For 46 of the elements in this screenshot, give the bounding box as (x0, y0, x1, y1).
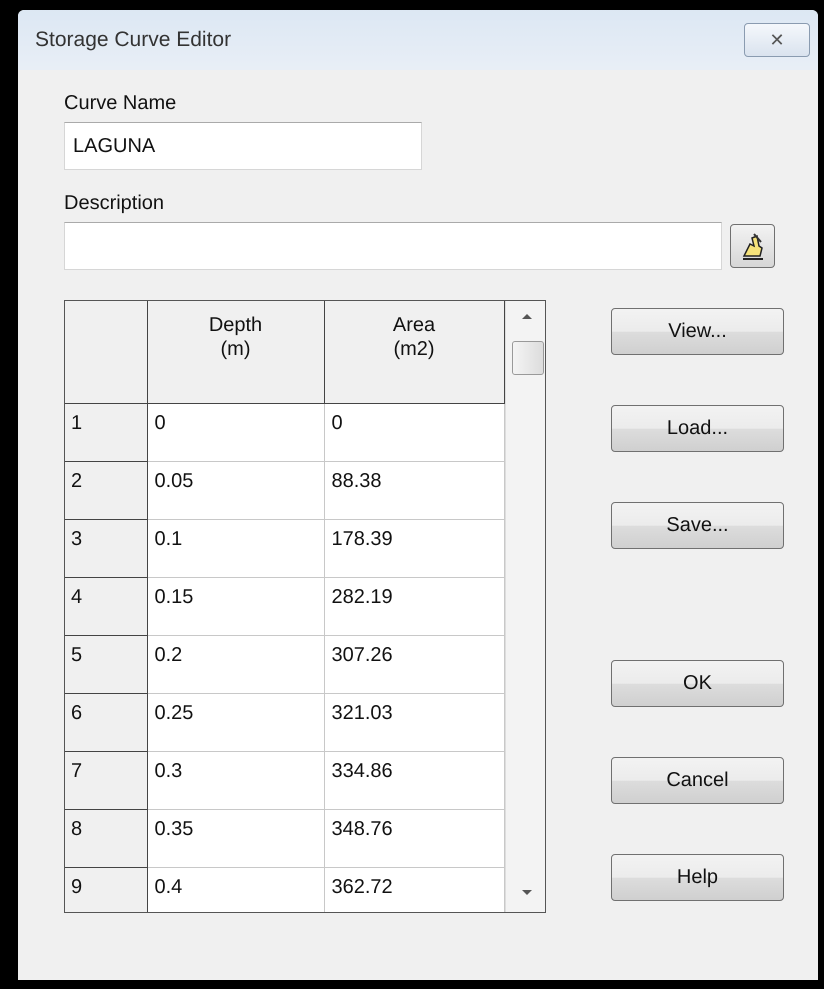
table-cell[interactable]: 0 (147, 404, 324, 462)
row-number: 1 (65, 404, 147, 462)
column-title: Depth (208, 313, 264, 337)
row-number: 3 (65, 520, 147, 578)
table-cell[interactable]: 0.15 (147, 578, 324, 636)
row-number: 4 (65, 578, 147, 636)
table-cell[interactable]: 334.86 (324, 752, 504, 810)
table-cell[interactable]: 362.72 (324, 868, 504, 912)
scrollbar[interactable] (504, 301, 545, 912)
field-label: Description (64, 192, 166, 216)
table-cell[interactable]: 88.38 (324, 462, 504, 520)
table-cell[interactable]: 282.19 (324, 578, 504, 636)
table-cell[interactable]: 0.2 (147, 636, 324, 694)
table-cell[interactable]: 0.05 (147, 462, 324, 520)
table-cell[interactable]: 0.25 (147, 694, 324, 752)
table-cell[interactable]: 348.76 (324, 810, 504, 868)
dialog-button[interactable]: OK (611, 660, 784, 707)
row-number: 2 (65, 462, 147, 520)
column-unit: (m2) (392, 337, 436, 361)
description-field[interactable] (64, 222, 722, 270)
edit-button[interactable] (730, 224, 775, 268)
scroll-thumb[interactable] (512, 341, 544, 375)
table-cell[interactable]: 0.4 (147, 868, 324, 912)
table-cell[interactable]: 0 (324, 404, 504, 462)
dialog-button[interactable]: Save... (611, 502, 784, 549)
row-number: 5 (65, 636, 147, 694)
dialog-button[interactable]: Help (611, 854, 784, 901)
close-button[interactable]: ✕ (744, 23, 810, 57)
table-cell[interactable]: 0.35 (147, 810, 324, 868)
row-number: 7 (65, 752, 147, 810)
curve-name-field[interactable]: LAGUNA (64, 122, 422, 170)
table-cell[interactable]: 0.1 (147, 520, 324, 578)
table-cell[interactable]: 178.39 (324, 520, 504, 578)
dialog-button[interactable]: Load... (611, 405, 784, 452)
dialog-button[interactable]: Cancel (611, 757, 784, 804)
row-number: 8 (65, 810, 147, 868)
field-label: Curve Name (64, 92, 178, 116)
column-unit: (m) (220, 337, 252, 361)
row-number: 9 (65, 868, 147, 912)
table-cell[interactable]: 0.3 (147, 752, 324, 810)
column-title: Area (392, 313, 436, 337)
table-cell[interactable]: 321.03 (324, 694, 504, 752)
window-title: Storage Curve Editor (35, 28, 232, 52)
row-number: 6 (65, 694, 147, 752)
table-cell[interactable]: 307.26 (324, 636, 504, 694)
dialog-button[interactable]: View... (611, 308, 784, 355)
